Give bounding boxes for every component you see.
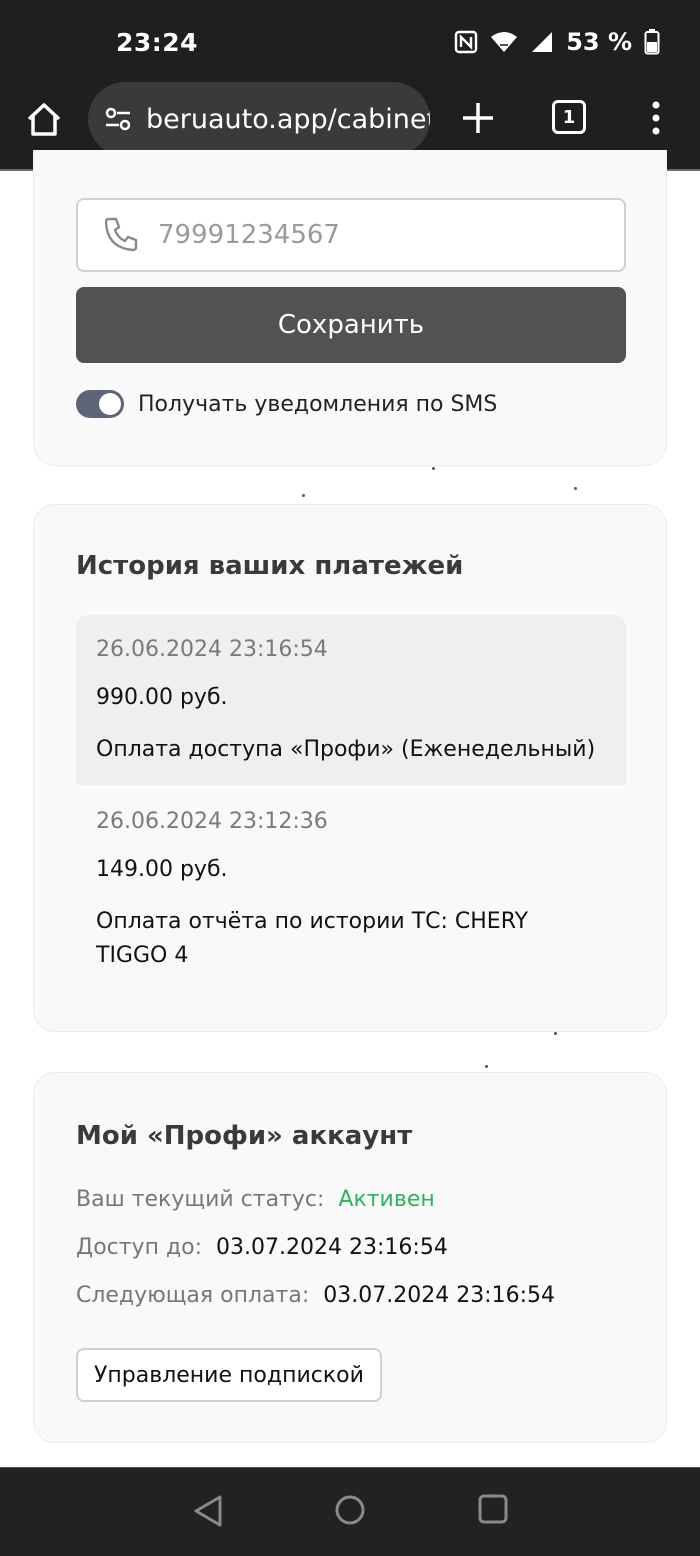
sms-toggle[interactable]: [76, 390, 124, 418]
status-value: Активен: [338, 1187, 435, 1212]
battery-icon: [644, 29, 660, 55]
back-icon[interactable]: [192, 1494, 224, 1528]
screen-speck: [302, 494, 305, 497]
status-time: 23:24: [116, 28, 199, 57]
recents-icon[interactable]: [478, 1494, 508, 1524]
screen-speck: [554, 1032, 557, 1035]
payment-item: 26.06.2024 23:12:36 149.00 руб. Оплата о…: [76, 787, 626, 997]
system-nav-bar: [0, 1468, 700, 1556]
payment-history-title: История ваших платежей: [76, 551, 464, 581]
sms-toggle-row[interactable]: Получать уведомления по SMS: [76, 390, 497, 418]
status-label: Ваш текущий статус:: [76, 1187, 325, 1212]
menu-icon[interactable]: [646, 98, 666, 138]
status-row: Ваш текущий статус: Активен: [76, 1187, 435, 1212]
payment-amount: 990.00 руб.: [96, 685, 228, 710]
address-bar[interactable]: beruauto.app/cabinet: [88, 82, 430, 156]
screen-speck: [432, 467, 435, 470]
next-payment-value: 03.07.2024 23:16:54: [323, 1283, 555, 1308]
contact-settings-card: Сохранить Получать уведомления по SMS: [33, 150, 667, 466]
nfc-icon: [454, 30, 478, 54]
payment-date: 26.06.2024 23:16:54: [96, 637, 328, 662]
screen-speck: [574, 487, 577, 490]
wifi-icon: [490, 30, 518, 54]
account-title: Мой «Профи» аккаунт: [76, 1121, 413, 1151]
payment-description: Оплата отчёта по истории ТС: CHERY TIGGO…: [96, 909, 529, 968]
profi-account-card: Мой «Профи» аккаунт Ваш текущий статус: …: [33, 1072, 667, 1443]
payment-item: 26.06.2024 23:16:54 990.00 руб. Оплата д…: [76, 615, 626, 785]
tabs-icon[interactable]: 1: [552, 100, 586, 134]
access-value: 03.07.2024 23:16:54: [216, 1235, 448, 1260]
manage-subscription-button[interactable]: Управление подпиской: [76, 1348, 382, 1402]
new-tab-icon[interactable]: [460, 100, 496, 136]
status-bar: 23:24 53 %: [0, 0, 700, 88]
access-row: Доступ до: 03.07.2024 23:16:54: [76, 1235, 448, 1260]
payment-amount: 149.00 руб.: [96, 857, 228, 882]
toggle-knob: [99, 393, 121, 415]
access-label: Доступ до:: [76, 1235, 203, 1260]
payment-description: Оплата доступа «Профи» (Еженедельный): [96, 737, 596, 762]
phone-icon: [100, 215, 140, 255]
next-payment-row: Следующая оплата: 03.07.2024 23:16:54: [76, 1283, 555, 1308]
screen-speck: [485, 1065, 488, 1068]
payment-date: 26.06.2024 23:12:36: [96, 809, 328, 834]
phone-field[interactable]: [76, 198, 626, 272]
signal-icon: [530, 30, 554, 54]
battery-text: 53 %: [566, 28, 632, 56]
sms-toggle-label: Получать уведомления по SMS: [138, 391, 498, 417]
next-payment-label: Следующая оплата:: [76, 1283, 310, 1308]
status-icons: 53 %: [454, 28, 660, 56]
phone-input[interactable]: [158, 220, 558, 250]
site-settings-icon[interactable]: [102, 103, 134, 135]
save-button[interactable]: Сохранить: [76, 287, 626, 363]
home-nav-icon[interactable]: [334, 1494, 366, 1526]
url-text: beruauto.app/cabinet: [146, 103, 430, 135]
payment-history-card: История ваших платежей 26.06.2024 23:16:…: [33, 504, 667, 1032]
home-icon[interactable]: [24, 100, 64, 140]
